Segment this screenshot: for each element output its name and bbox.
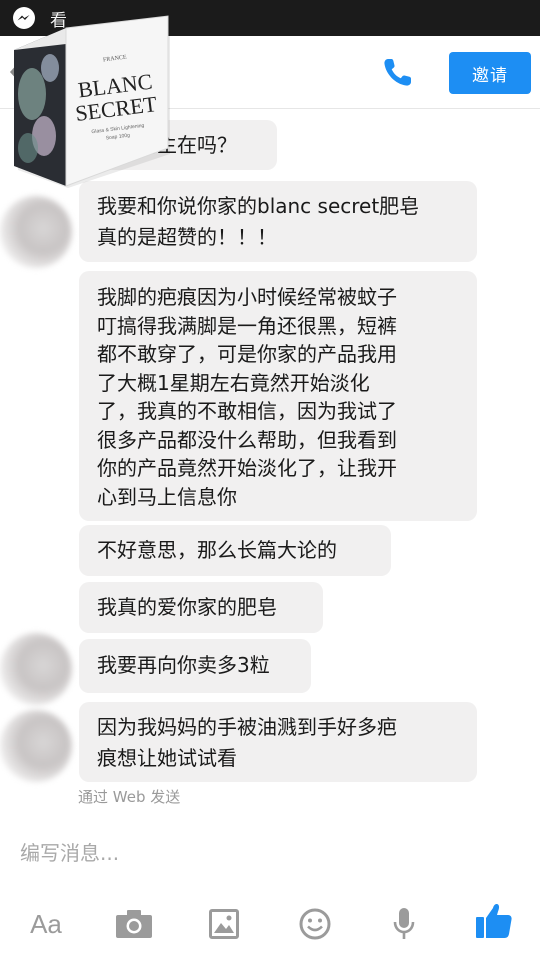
smiley-icon <box>299 908 331 940</box>
voice-button[interactable] <box>384 904 424 944</box>
camera-button[interactable] <box>114 904 154 944</box>
message-line: 都不敢穿了，可是你家的产品我用 <box>97 342 397 366</box>
microphone-icon <box>393 908 415 939</box>
message-line: 因为我妈妈的手被油溅到手好多疤 <box>97 715 397 739</box>
like-button[interactable] <box>474 900 514 940</box>
message-line: 心到马上信息你 <box>97 484 237 509</box>
blanc-secret-soap-box-image: FRANCE BLANC SECRET Glass & Skin Lighten… <box>14 15 170 188</box>
emoji-button[interactable] <box>295 904 335 944</box>
invite-button[interactable]: 邀请 <box>449 52 531 94</box>
message-line: 不好意思，那么长篇大论的 <box>97 538 337 562</box>
message-line: 我真的爱你家的肥皂 <box>97 595 277 619</box>
message-line: 真的是超赞的！！！ <box>97 225 277 249</box>
sent-via-web-label: 通过 Web 发送 <box>78 788 181 806</box>
message-line: 了大概1星期左右竟然开始淡化 <box>97 370 370 395</box>
message-line: 很多产品都没什么帮助，但我看到 <box>97 427 397 452</box>
text-format-button[interactable]: Aa <box>26 904 66 944</box>
message-bubble[interactable]: 不好意思，那么长篇大论的 <box>79 525 391 576</box>
message-line: 你的产品竟然开始淡化了，让我开 <box>97 456 397 480</box>
message-line: 我要再向你卖多3粒 <box>97 653 270 677</box>
message-bubble[interactable]: 我脚的疤痕因为小时候经常被蚊子 叮搞得我满脚是一角还很黑，短裤 都不敢穿了，可是… <box>79 271 477 521</box>
message-bubble[interactable]: 因为我妈妈的手被油溅到手好多疤 痕想让她试试看 <box>79 702 477 782</box>
camera-icon <box>116 910 152 938</box>
message-line: 痕想让她试试看 <box>97 746 237 770</box>
phone-call-icon[interactable] <box>381 55 415 89</box>
message-line: 了，我真的不敢相信，因为我试了 <box>97 399 397 423</box>
avatar[interactable] <box>0 710 72 782</box>
avatar[interactable] <box>0 196 72 268</box>
composer-toolbar: Aa <box>0 884 540 960</box>
message-bubble[interactable]: 我要再向你卖多3粒 <box>79 639 311 693</box>
message-input[interactable] <box>18 840 502 866</box>
message-line: 叮搞得我满脚是一角还很黑，短裤 <box>97 313 397 338</box>
gallery-button[interactable] <box>204 904 244 944</box>
message-bubble[interactable]: 我真的爱你家的肥皂 <box>79 582 323 633</box>
avatar[interactable] <box>0 633 72 705</box>
message-composer <box>0 822 540 884</box>
text-format-label: Aa <box>30 908 62 939</box>
image-gallery-icon <box>209 909 239 939</box>
message-line: 我脚的疤痕因为小时候经常被蚊子 <box>97 285 397 309</box>
thumbs-up-icon <box>476 904 512 938</box>
